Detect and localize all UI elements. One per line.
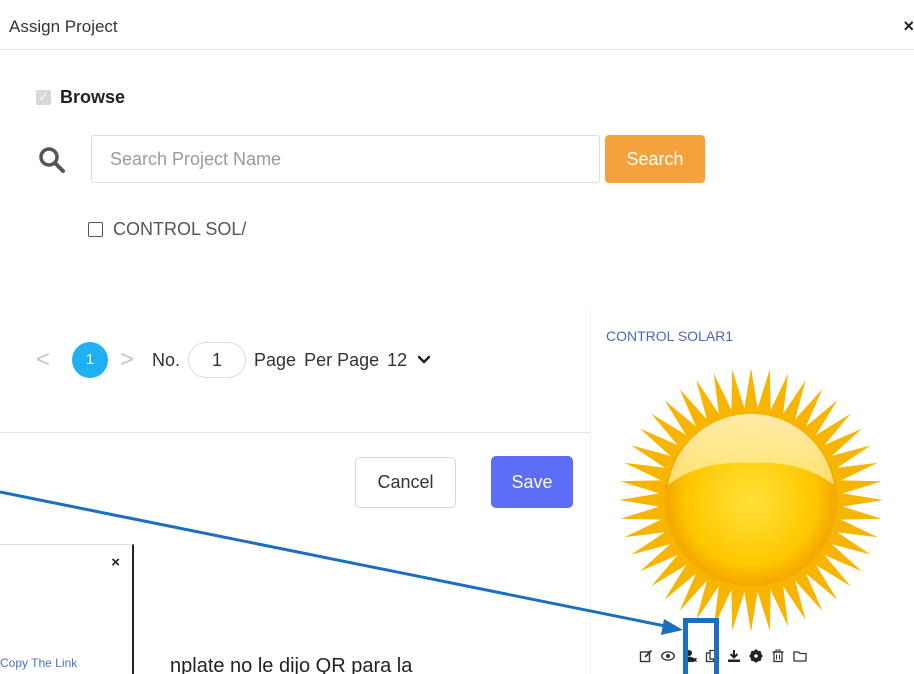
search-button[interactable]: Search [605, 135, 705, 183]
project-checkbox[interactable] [88, 222, 103, 237]
close-icon[interactable]: × [903, 16, 914, 37]
search-input[interactable] [91, 135, 600, 183]
project-card-title[interactable]: CONTROL SOLAR1 [606, 328, 733, 344]
page-label: Page [254, 349, 297, 370]
save-button[interactable]: Save [491, 456, 573, 508]
background-text: nplate no le dijo QR para la [170, 655, 413, 674]
folder-icon[interactable] [792, 648, 808, 664]
current-page[interactable]: 1 [72, 342, 108, 378]
project-option[interactable]: CONTROL SOL/ [88, 219, 264, 240]
page-no-label: No. [152, 349, 181, 370]
share-dialog-close-icon[interactable]: × [111, 554, 120, 571]
highlight-box [683, 618, 719, 674]
project-label: CONTROL SOL/ [113, 219, 247, 239]
footer-divider [0, 432, 590, 433]
per-page-label: Per Page [304, 349, 380, 370]
next-page-button[interactable]: > [120, 346, 140, 374]
edit-icon[interactable] [638, 648, 654, 664]
download-icon[interactable] [726, 648, 742, 664]
prev-page-button[interactable]: < [36, 346, 56, 374]
browse-label: Browse [60, 87, 126, 107]
trash-icon[interactable] [770, 648, 786, 664]
card-actions [638, 648, 808, 664]
browse-checkbox[interactable]: ✓ [36, 90, 51, 105]
gear-icon[interactable] [748, 648, 764, 664]
dialog-title: Assign Project [9, 17, 118, 36]
browse-option[interactable]: ✓ Browse [36, 87, 125, 108]
modal-header: Assign Project × [0, 0, 914, 50]
eye-icon[interactable] [660, 648, 676, 664]
pagination: < 1 > No. 1 Page Per Page 12 [36, 342, 431, 378]
per-page-select[interactable]: 12 [387, 350, 407, 371]
search-icon [39, 147, 65, 173]
copy-link-button[interactable]: Copy The Link [0, 656, 77, 670]
share-dialog: × Copy The Link [0, 544, 134, 674]
cancel-button[interactable]: Cancel [355, 457, 456, 508]
sun-thumbnail [619, 368, 883, 632]
page-number-input[interactable]: 1 [188, 342, 247, 378]
project-card[interactable]: CONTROL SOLAR1 [590, 310, 914, 674]
chevron-down-icon[interactable] [417, 353, 431, 367]
